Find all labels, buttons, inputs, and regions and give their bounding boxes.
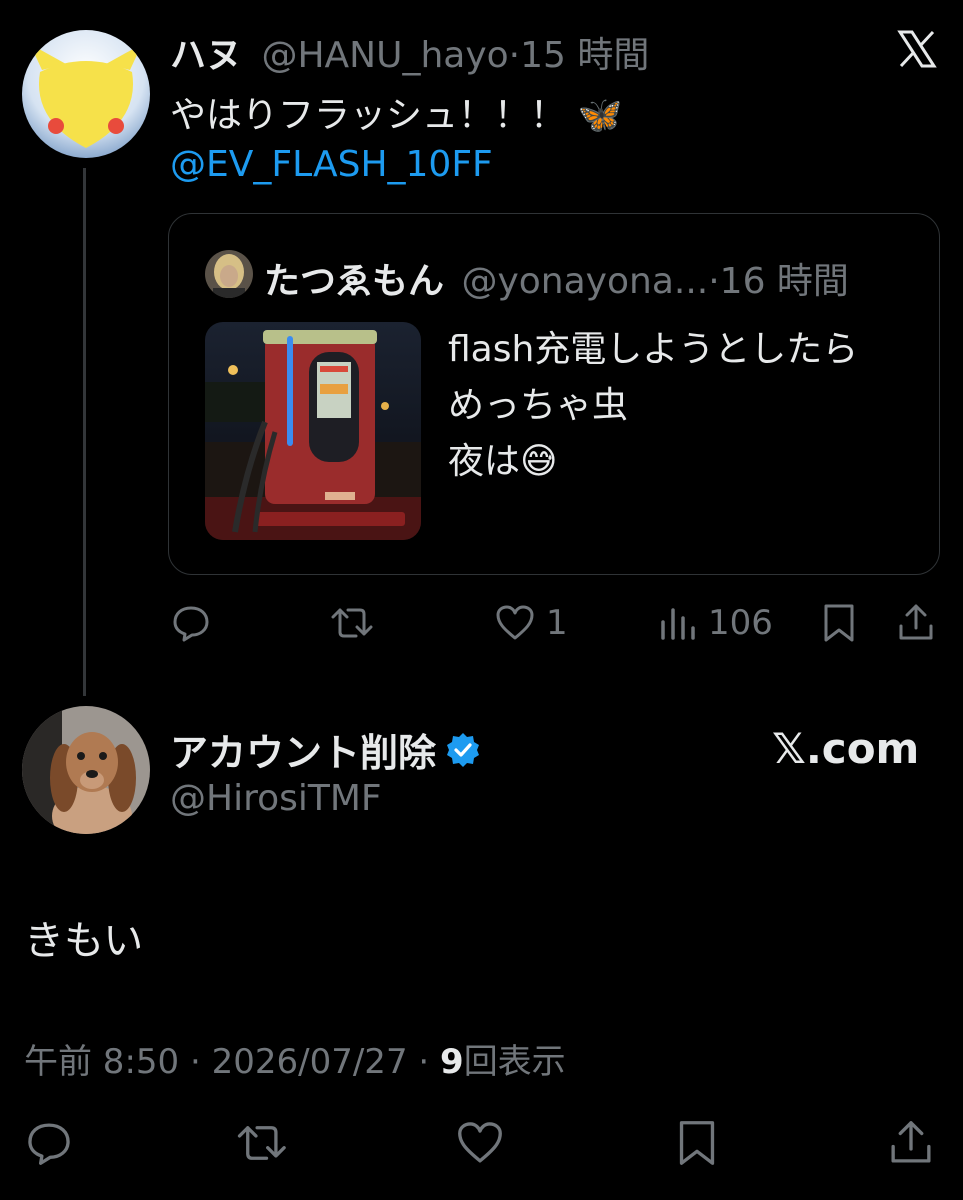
author-name[interactable]: ハヌ [170, 35, 242, 76]
tweet-date[interactable]: 2026/07/27 [212, 1042, 408, 1082]
main-author-row: アカウント削除 [170, 722, 482, 777]
main-views-count: 9 [440, 1042, 464, 1082]
main-author-handle[interactable]: @HirosiTMF [170, 778, 382, 819]
like-count: 1 [546, 603, 568, 643]
views-count: 106 [708, 603, 773, 643]
heart-icon [458, 1122, 502, 1163]
quote-text: flash充電しようとしたら めっちゃ虫 夜は😅 [448, 322, 858, 490]
x-logo-icon[interactable] [896, 28, 938, 70]
separator-dot: · [189, 1042, 201, 1082]
bookmark-button[interactable] [820, 602, 858, 644]
heart-icon [496, 605, 534, 640]
main-tweet-text: きもい [24, 918, 144, 964]
reply-header: ハヌ @HANU_hayo·15 時間 [170, 26, 649, 78]
views-chart-icon [661, 608, 695, 640]
bookmark-button[interactable] [674, 1118, 720, 1168]
x-com-brand: 𝕏.com [772, 724, 920, 773]
share-button[interactable] [886, 1118, 936, 1168]
author-handle[interactable]: @HANU_hayo [261, 35, 508, 76]
like-button[interactable] [455, 1118, 505, 1168]
quote-time: 16 時間 [719, 261, 849, 302]
avatar-hanu[interactable] [22, 30, 150, 158]
quote-author-handle[interactable]: @yonayona... [461, 261, 708, 302]
views-button[interactable]: 106 [658, 602, 773, 644]
separator-dot: · [418, 1042, 430, 1082]
avatar-tatsuemon[interactable] [205, 250, 253, 298]
share-icon [899, 604, 933, 640]
quote-author-name[interactable]: たつゑもん [264, 261, 444, 302]
bookmark-icon [824, 604, 854, 642]
reply-icon [173, 606, 209, 642]
separator-dot: · [708, 261, 720, 302]
separator-dot: · [508, 35, 521, 76]
quote-text-line: flash充電しようとしたら [448, 329, 859, 370]
mention-link[interactable]: @EV_FLASH_10FF [170, 144, 493, 185]
dog-avatar-icon [22, 706, 150, 834]
share-button[interactable] [895, 602, 937, 644]
pikachu-avatar-icon [22, 30, 150, 158]
reply-button[interactable] [170, 602, 212, 644]
thread-connector-line [83, 168, 86, 696]
retweet-button[interactable] [330, 602, 376, 644]
like-button[interactable]: 1 [494, 602, 568, 644]
reply-text: やはりフラッシュ！！！ 🦋 [170, 95, 623, 136]
quote-text-line: めっちゃ虫 [448, 385, 629, 426]
retweet-icon [331, 608, 373, 638]
avatar-hirosi[interactable] [22, 706, 150, 834]
tweet-time[interactable]: 15 時間 [520, 35, 649, 76]
quote-text-line: 夜は😅 [448, 441, 558, 482]
share-icon [891, 1121, 931, 1163]
tweet-meta: 午前 8:50 · 2026/07/27 · 9回表示 [24, 1034, 566, 1083]
main-views-label: 回表示 [463, 1042, 566, 1082]
retweet-button[interactable] [236, 1118, 290, 1168]
verified-badge-icon [447, 732, 480, 767]
bookmark-icon [679, 1121, 715, 1165]
reply-button[interactable] [24, 1118, 74, 1168]
main-author-name[interactable]: アカウント削除 [170, 722, 436, 777]
tweet-timestamp[interactable]: 午前 8:50 [24, 1042, 179, 1082]
quoted-tweet-card[interactable]: たつゑもん @yonayona...·16 時間 flash充電しようとしたら … [168, 213, 940, 575]
retweet-icon [237, 1126, 286, 1160]
quote-media-thumbnail[interactable] [205, 322, 421, 540]
quote-header: たつゑもん @yonayona...·16 時間 [264, 252, 849, 304]
reply-icon [28, 1123, 70, 1165]
